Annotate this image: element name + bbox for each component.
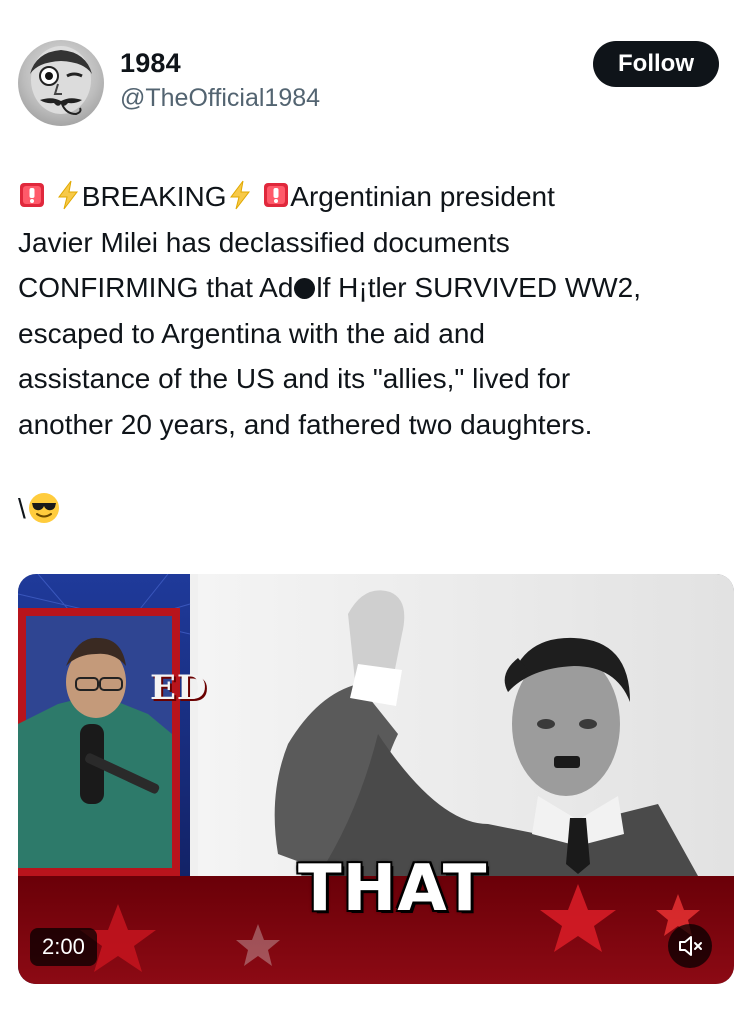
author-handle[interactable]: @TheOfficial1984 bbox=[120, 84, 320, 113]
tweet-line-5: assistance of the US and its "allies," l… bbox=[18, 363, 571, 394]
sunglasses-face-emoji bbox=[28, 492, 60, 524]
tweet-trailing-line: \ bbox=[18, 486, 60, 531]
video-player[interactable]: ED THAT 2:00 bbox=[18, 574, 734, 984]
follow-button[interactable]: Follow bbox=[593, 41, 719, 87]
tweet-line-6: another 20 years, and fathered two daugh… bbox=[18, 408, 593, 440]
mute-button[interactable] bbox=[668, 924, 712, 968]
muted-speaker-icon bbox=[679, 936, 702, 956]
tweet-line-3-b: lf H¡tler SURVIVED WW2, bbox=[316, 272, 642, 303]
censor-dot-icon bbox=[294, 278, 316, 299]
video-duration-badge: 2:00 bbox=[30, 928, 97, 966]
backslash-text: \ bbox=[18, 493, 26, 524]
video-caption: THAT bbox=[298, 852, 488, 926]
tweet-header: 1984 @TheOfficial1984 Follow bbox=[0, 0, 752, 140]
tweet-line-2: Javier Milei has declassified documents bbox=[18, 226, 510, 258]
tweet-line-3: CONFIRMING that Ad lf H¡tler SURVIVED WW2… bbox=[18, 265, 734, 311]
tweet-line-3-a: CONFIRMING that Ad bbox=[18, 272, 294, 303]
lightning-emoji bbox=[54, 180, 82, 210]
lightning-emoji bbox=[226, 180, 254, 210]
studio-overlay-text: ED bbox=[150, 668, 208, 708]
tweet-line-4: escaped to Argentina with the aid and bbox=[18, 317, 486, 349]
tweet-text: BREAKING Argentinian president Javier Mi… bbox=[18, 174, 734, 447]
author-display-name[interactable]: 1984 bbox=[120, 48, 181, 79]
tweet-text-line1-rest: Argentinian president bbox=[290, 181, 555, 212]
breaking-text: BREAKING bbox=[81, 181, 227, 212]
profile-avatar[interactable] bbox=[18, 40, 104, 126]
avatar-caricature-icon bbox=[30, 46, 92, 116]
tweet-line-1: BREAKING Argentinian president bbox=[18, 174, 734, 220]
siren-emoji bbox=[18, 180, 46, 210]
siren-emoji bbox=[262, 180, 290, 210]
